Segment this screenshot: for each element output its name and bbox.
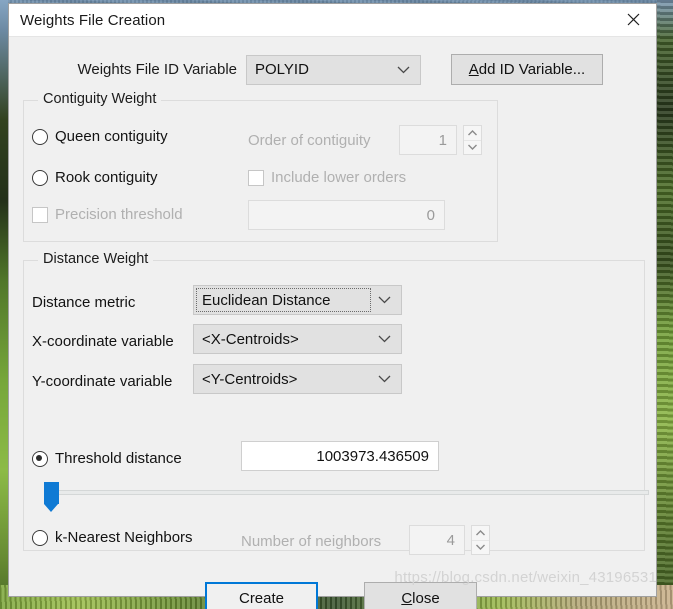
include-lower-orders-checkbox[interactable] [248,169,264,186]
distance-metric-label: Distance metric [32,294,136,311]
chevron-down-icon [378,286,391,314]
add-id-variable-button[interactable]: Add ID Variable... [451,54,603,85]
close-button-label: lose [412,589,440,607]
chevron-up-icon [468,129,477,136]
window-title: Weights File Creation [20,11,166,29]
knn-radio[interactable] [32,529,48,546]
distance-metric-combobox[interactable]: Euclidean Distance [193,285,402,315]
close-window-button[interactable] [610,4,656,35]
chevron-up-icon [476,529,485,536]
create-button-label: Create [238,589,285,607]
number-of-neighbors-spinner[interactable] [471,525,490,555]
chevron-down-icon [397,56,410,84]
knn-radio-row[interactable]: k-Nearest Neighbors [32,529,193,546]
queen-contiguity-radio-row[interactable]: Queen contiguity [32,128,168,145]
threshold-distance-slider-track[interactable] [49,490,649,495]
y-coordinate-variable-value: <Y-Centroids> [202,370,298,388]
chevron-down-icon [476,544,485,551]
distance-weight-group: Distance Weight Distance metric Euclidea… [23,251,649,555]
y-coordinate-variable-combobox[interactable]: <Y-Centroids> [193,364,402,394]
rook-contiguity-radio-row[interactable]: Rook contiguity [32,169,158,186]
chevron-down-icon [378,365,391,393]
y-coordinate-variable-label: Y-coordinate variable [32,373,173,390]
x-coordinate-variable-value: <X-Centroids> [202,330,299,348]
spinner-up-button[interactable] [472,526,489,541]
background-right-strip [657,0,673,609]
number-of-neighbors-label: Number of neighbors [241,533,382,550]
x-coordinate-variable-label: X-coordinate variable [32,333,174,350]
include-lower-orders-row[interactable]: Include lower orders [248,169,406,186]
create-button[interactable]: Create [205,582,318,609]
close-button[interactable]: Close [364,582,477,609]
queen-contiguity-radio[interactable] [32,128,48,145]
rook-contiguity-radio[interactable] [32,169,48,186]
precision-threshold-row[interactable]: Precision threshold [32,206,183,223]
weights-file-creation-dialog: Weights File Creation Weights File ID Va… [8,3,657,609]
add-id-variable-label: dd ID Variable... [478,61,586,78]
distance-weight-legend: Distance Weight [38,251,154,267]
contiguity-weight-legend: Contiguity Weight [38,91,162,107]
distance-metric-value: Euclidean Distance [202,291,331,309]
precision-threshold-input[interactable]: 0 [248,200,445,230]
close-icon [627,13,639,26]
order-of-contiguity-input[interactable]: 1 [399,125,457,155]
spinner-down-button[interactable] [472,541,489,555]
spinner-up-button[interactable] [464,126,481,141]
dialog-body: Weights File ID Variable POLYID Add ID V… [9,37,657,609]
number-of-neighbors-input[interactable]: 4 [409,525,465,555]
knn-label: k-Nearest Neighbors [55,529,193,546]
id-variable-row: Weights File ID Variable POLYID Add ID V… [9,54,656,85]
order-of-contiguity-spinner[interactable] [463,125,482,155]
threshold-distance-input[interactable]: 1003973.436509 [241,441,439,471]
contiguity-weight-group: Contiguity Weight Queen contiguity Rook … [23,91,498,242]
chevron-down-icon [468,144,477,151]
threshold-distance-radio[interactable] [32,450,48,467]
threshold-distance-slider-thumb[interactable] [44,482,59,512]
precision-threshold-label: Precision threshold [55,206,183,223]
order-of-contiguity-label: Order of contiguity [248,132,371,149]
id-variable-value: POLYID [255,61,309,78]
rook-contiguity-label: Rook contiguity [55,169,158,186]
threshold-distance-radio-row[interactable]: Threshold distance [32,450,182,467]
queen-contiguity-label: Queen contiguity [55,128,168,145]
id-variable-label: Weights File ID Variable [77,61,237,78]
x-coordinate-variable-combobox[interactable]: <X-Centroids> [193,324,402,354]
background-left-strip [0,0,8,609]
id-variable-combobox[interactable]: POLYID [246,54,421,85]
title-bar: Weights File Creation [9,4,656,37]
chevron-down-icon [378,325,391,353]
spinner-down-button[interactable] [464,141,481,155]
close-button-accel: C [401,589,413,607]
threshold-distance-label: Threshold distance [55,450,182,467]
add-id-variable-accel: A [468,61,479,78]
include-lower-orders-label: Include lower orders [271,169,407,186]
precision-threshold-checkbox[interactable] [32,206,48,223]
